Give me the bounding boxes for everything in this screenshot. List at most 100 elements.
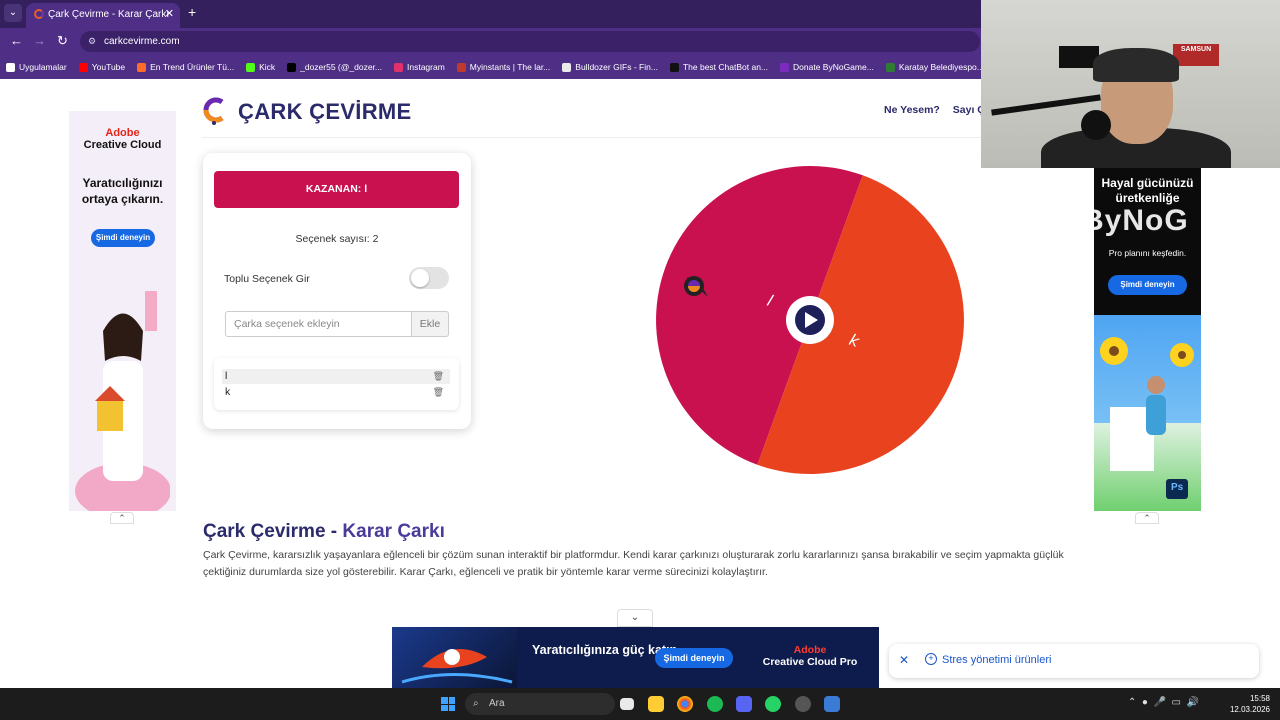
reload-icon[interactable]: ↻ bbox=[57, 33, 68, 49]
bookmark-item[interactable]: En Trend Ürünler Tü... bbox=[137, 62, 234, 72]
bookmark-icon bbox=[287, 62, 297, 72]
add-circle-icon: + bbox=[925, 653, 937, 665]
bookmark-label: Kick bbox=[259, 62, 276, 72]
bookmark-label: _dozer55 (@_dozer... bbox=[300, 62, 382, 72]
site-favicon-icon bbox=[34, 9, 44, 19]
url-field[interactable]: ⚙ carkcevirme.com bbox=[80, 31, 980, 52]
top-navigation: Ne Yesem? Sayı Ç bbox=[884, 104, 995, 116]
ad-left-brand: Adobe Creative Cloud bbox=[69, 127, 176, 151]
new-tab-button[interactable]: + bbox=[188, 4, 196, 20]
option-list: l 🗑 k 🗑 bbox=[214, 358, 459, 410]
ad-left-collapse-button[interactable]: ⌃ bbox=[110, 512, 134, 524]
bookmark-label: YouTube bbox=[91, 62, 126, 72]
site-brand[interactable]: ÇARK ÇEVİRME bbox=[238, 99, 412, 125]
stress-products-bar[interactable]: ✕ + Stres yönetimi ürünleri bbox=[889, 644, 1259, 678]
tab-search-button[interactable]: ⌄ bbox=[4, 4, 22, 22]
stress-products-label[interactable]: Stres yönetimi ürünleri bbox=[942, 654, 1051, 666]
winner-banner: KAZANAN: l bbox=[214, 171, 459, 208]
bookmark-label: The best ChatBot an... bbox=[682, 62, 769, 72]
bookmark-item[interactable]: Donate ByNoGame... bbox=[780, 62, 874, 72]
option-label: l bbox=[225, 370, 228, 382]
webcam-microphone bbox=[1081, 110, 1111, 140]
bookmark-item[interactable]: Karatay Belediyespo... bbox=[885, 62, 984, 72]
ad-bottom-cta[interactable]: Şimdi deneyin bbox=[655, 648, 733, 668]
taskbar-search[interactable]: ⌕ Ara bbox=[465, 693, 615, 715]
ad-left-tagline: Yaratıcılığınızı ortaya çıkarın. bbox=[81, 176, 164, 206]
bookmark-item[interactable]: Kick bbox=[246, 62, 275, 72]
ad-right-illustration bbox=[1100, 337, 1194, 499]
bookmark-label: Karatay Belediyespo... bbox=[898, 62, 984, 72]
bookmark-item[interactable]: _dozer55 (@_dozer... bbox=[287, 62, 382, 72]
discord-icon[interactable] bbox=[736, 696, 752, 712]
ad-left-banner[interactable]: Adobe Creative Cloud Yaratıcılığınızı or… bbox=[69, 111, 176, 511]
ad-bottom-banner[interactable]: Yaratıcılığınıza güç katın. Şimdi deneyi… bbox=[392, 627, 879, 688]
article-title: Çark Çevirme - Karar Çarkı bbox=[203, 521, 445, 543]
bookmark-item[interactable]: The best ChatBot an... bbox=[669, 62, 769, 72]
bookmark-label: Uygulamalar bbox=[19, 62, 67, 72]
tab-close-icon[interactable]: ✕ bbox=[165, 7, 174, 20]
obs-icon[interactable] bbox=[795, 696, 811, 712]
ad-left-product: Creative Cloud bbox=[83, 139, 162, 151]
add-option-button[interactable]: Ekle bbox=[411, 311, 449, 337]
bookmark-label: En Trend Ürünler Tü... bbox=[150, 62, 235, 72]
taskbar-clock[interactable]: 15:58 12.03.2026 bbox=[1226, 693, 1270, 715]
search-icon: ⌕ bbox=[473, 698, 479, 709]
back-icon[interactable]: ← bbox=[10, 33, 23, 48]
ad-left-cta[interactable]: Şimdi deneyin bbox=[91, 229, 155, 247]
spin-button[interactable] bbox=[786, 296, 834, 344]
bookmark-label: Myinstants | The lar... bbox=[469, 62, 551, 72]
ad-right-collapse-button[interactable]: ⌃ bbox=[1135, 512, 1159, 524]
wheel-control-panel: KAZANAN: l Seçenek sayısı: 2 Toplu Seçen… bbox=[203, 153, 471, 429]
windows-taskbar: ⌕ Ara ⌃ ● 🎤 ▭ 🔊 15:58 12.03.2026 bbox=[0, 688, 1280, 720]
option-input[interactable]: Çarka seçenek ekleyin bbox=[225, 311, 412, 337]
bookmark-item[interactable]: YouTube bbox=[78, 62, 126, 72]
bookmark-item[interactable]: Uygulamalar bbox=[6, 62, 67, 72]
spotify-icon[interactable] bbox=[707, 696, 723, 712]
close-icon[interactable]: ✕ bbox=[899, 653, 909, 667]
bookmark-icon bbox=[669, 62, 679, 72]
clock-time: 15:58 bbox=[1249, 694, 1270, 703]
bookmark-item[interactable]: Myinstants | The lar... bbox=[456, 62, 551, 72]
nav-ne-yesem[interactable]: Ne Yesem? bbox=[884, 104, 940, 116]
trash-icon[interactable]: 🗑 bbox=[433, 369, 444, 384]
bookmark-label: Bulldozer GIFs - Fin... bbox=[575, 62, 658, 72]
web-page: ÇARK ÇEVİRME Ne Yesem? Sayı Ç KAZANAN: l… bbox=[0, 79, 1280, 688]
start-menu-icon[interactable] bbox=[441, 697, 455, 711]
whatsapp-icon[interactable] bbox=[765, 696, 781, 712]
file-explorer-icon[interactable] bbox=[648, 696, 664, 712]
site-info-icon[interactable]: ⚙ bbox=[88, 31, 96, 52]
browser-tab-active[interactable]: Çark Çevirme - Karar Çarkı ✕ bbox=[26, 3, 180, 28]
ad-left-adobe: Adobe bbox=[105, 127, 140, 139]
webcam-person-cap bbox=[1093, 48, 1179, 82]
ad-right-cta[interactable]: Şimdi deneyin bbox=[1108, 275, 1187, 295]
toggle-knob bbox=[411, 269, 429, 287]
webcam-sign-red: SAMSUN bbox=[1173, 44, 1219, 66]
bookmark-item[interactable]: Instagram bbox=[394, 62, 445, 72]
list-item[interactable]: k 🗑 bbox=[222, 385, 450, 400]
ad-bottom-image bbox=[392, 627, 517, 688]
forward-icon[interactable]: → bbox=[33, 33, 46, 48]
clock-date: 12.03.2026 bbox=[1229, 705, 1270, 714]
list-item[interactable]: l 🗑 bbox=[222, 369, 450, 384]
url-text: carkcevirme.com bbox=[104, 36, 180, 47]
article-title-main: Çark Çevirme - bbox=[203, 521, 343, 542]
bookmark-icon bbox=[246, 62, 256, 72]
chrome-icon[interactable] bbox=[677, 696, 693, 712]
ad-model-image bbox=[75, 291, 170, 511]
system-tray[interactable]: ⌃ ● 🎤 ▭ 🔊 bbox=[1128, 697, 1199, 708]
taskbar-search-placeholder: Ara bbox=[489, 698, 505, 709]
trash-icon[interactable]: 🗑 bbox=[433, 385, 444, 400]
task-view-icon[interactable] bbox=[620, 698, 634, 710]
photoshop-badge: Ps bbox=[1171, 482, 1184, 493]
bulk-entry-label: Toplu Seçenek Gir bbox=[224, 273, 310, 285]
app-icon[interactable] bbox=[824, 696, 840, 712]
option-count: Seçenek sayısı: 2 bbox=[295, 233, 379, 245]
logo-icon[interactable] bbox=[202, 96, 226, 126]
bookmark-icon bbox=[78, 62, 88, 72]
bookmark-item[interactable]: Bulldozer GIFs - Fin... bbox=[562, 62, 658, 72]
ad-right-headline: Hayal gücünüzü üretkenliğe bbox=[1101, 176, 1194, 205]
ad-bottom-collapse-button[interactable]: ⌄ bbox=[617, 609, 653, 627]
bookmark-icon bbox=[885, 62, 895, 72]
bulk-entry-toggle[interactable] bbox=[409, 267, 449, 289]
decision-wheel[interactable]: l k bbox=[650, 159, 970, 479]
